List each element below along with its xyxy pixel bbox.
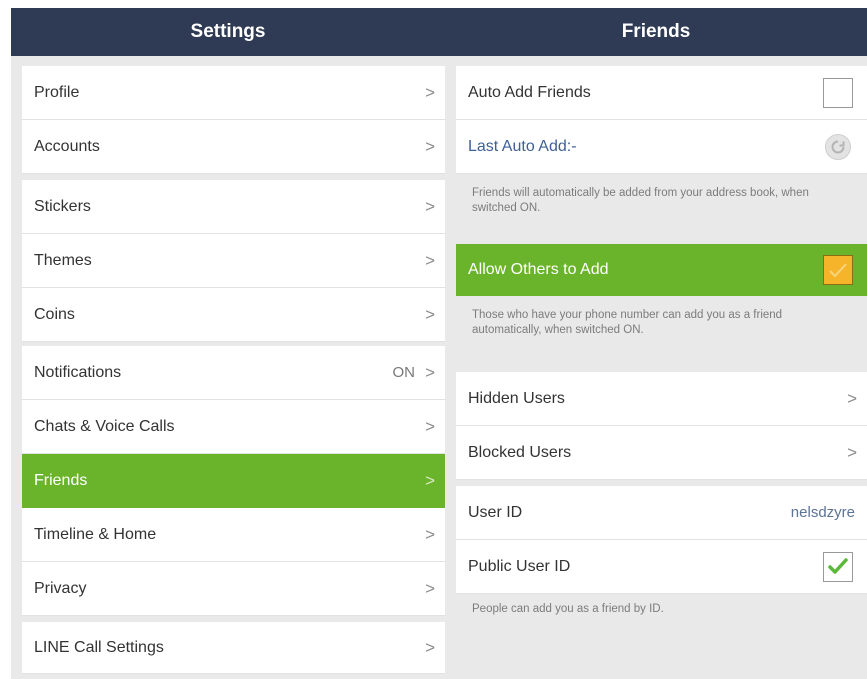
auto-add-friends-row[interactable]: Auto Add Friends xyxy=(456,66,867,120)
menu-item-label: Accounts xyxy=(34,137,100,155)
refresh-icon[interactable] xyxy=(825,133,851,160)
user-id-row[interactable]: User ID nelsdzyre xyxy=(456,486,867,540)
chevron-right-icon: > xyxy=(425,82,435,102)
user-id-value: nelsdzyre xyxy=(790,504,855,521)
menu-item-stickers[interactable]: Stickers > xyxy=(22,180,445,234)
public-user-id-row[interactable]: Public User ID xyxy=(456,540,867,594)
chevron-right-icon: > xyxy=(425,196,435,216)
menu-item-label: LINE Call Settings xyxy=(34,638,164,656)
menu-item-line-call-settings[interactable]: LINE Call Settings > xyxy=(22,622,445,674)
user-id-label: User ID xyxy=(468,503,523,521)
chevron-right-icon: > xyxy=(425,578,435,598)
allow-others-to-add-row[interactable]: Allow Others to Add xyxy=(456,244,867,296)
hidden-users-label: Hidden Users xyxy=(468,389,565,407)
menu-item-notifications[interactable]: Notifications ON > xyxy=(22,346,445,400)
auto-add-friends-checkbox[interactable] xyxy=(823,77,853,108)
chevron-right-icon: > xyxy=(425,362,435,382)
menu-item-privacy[interactable]: Privacy > xyxy=(22,562,445,616)
menu-item-coins[interactable]: Coins > xyxy=(22,288,445,342)
check-icon xyxy=(829,262,847,277)
hidden-users-row[interactable]: Hidden Users > xyxy=(456,372,867,426)
allow-others-note: Those who have your phone number can add… xyxy=(472,309,783,336)
menu-item-label: Coins xyxy=(34,305,75,323)
menu-item-timeline-home[interactable]: Timeline & Home > xyxy=(22,508,445,562)
menu-item-accounts[interactable]: Accounts > xyxy=(22,120,445,174)
chevron-right-icon: > xyxy=(425,416,435,436)
auto-add-friends-label: Auto Add Friends xyxy=(468,83,591,101)
menu-item-themes[interactable]: Themes > xyxy=(22,234,445,288)
chevron-right-icon: > xyxy=(425,250,435,270)
last-auto-add-label: Last Auto Add:- xyxy=(468,137,577,155)
menu-item-label: Themes xyxy=(34,251,92,269)
chevron-right-icon: > xyxy=(425,637,435,657)
top-bar: Settings Friends xyxy=(11,8,867,56)
allow-others-checkbox[interactable] xyxy=(823,254,853,285)
menu-item-label: Timeline & Home xyxy=(34,525,157,543)
menu-item-label: Notifications xyxy=(34,363,122,381)
chevron-right-icon: > xyxy=(425,470,435,490)
friends-panel: Auto Add Friends Last Auto Add:- Friends… xyxy=(445,56,867,679)
chevron-right-icon: > xyxy=(425,136,435,156)
settings-title: Settings xyxy=(190,21,266,42)
chevron-right-icon: > xyxy=(425,304,435,324)
menu-item-chats-voice-calls[interactable]: Chats & Voice Calls > xyxy=(22,400,445,454)
chevron-right-icon: > xyxy=(847,442,857,462)
auto-add-note: Friends will automatically be added from… xyxy=(472,187,809,214)
blocked-users-label: Blocked Users xyxy=(468,443,572,461)
public-user-id-label: Public User ID xyxy=(468,557,571,575)
allow-others-to-add-label: Allow Others to Add xyxy=(468,260,609,278)
chevron-right-icon: > xyxy=(847,388,857,408)
chevron-right-icon: > xyxy=(425,524,435,544)
menu-item-label: Privacy xyxy=(34,579,87,597)
notifications-status: ON xyxy=(392,364,416,381)
menu-item-friends[interactable]: Friends > xyxy=(22,454,445,508)
public-user-id-checkbox[interactable] xyxy=(823,551,853,582)
menu-item-label: Stickers xyxy=(34,197,91,215)
menu-item-label: Profile xyxy=(34,83,80,101)
settings-panel: Profile > Accounts > Stickers > Themes >… xyxy=(11,56,445,679)
check-icon xyxy=(828,557,848,574)
menu-item-profile[interactable]: Profile > xyxy=(22,66,445,120)
public-user-id-note: People can add you as a friend by ID. xyxy=(472,603,664,615)
menu-item-label: Chats & Voice Calls xyxy=(34,417,175,435)
friends-title: Friends xyxy=(621,21,691,42)
blocked-users-row[interactable]: Blocked Users > xyxy=(456,426,867,480)
last-auto-add-row: Last Auto Add:- xyxy=(456,120,867,174)
menu-item-label: Friends xyxy=(34,471,88,489)
